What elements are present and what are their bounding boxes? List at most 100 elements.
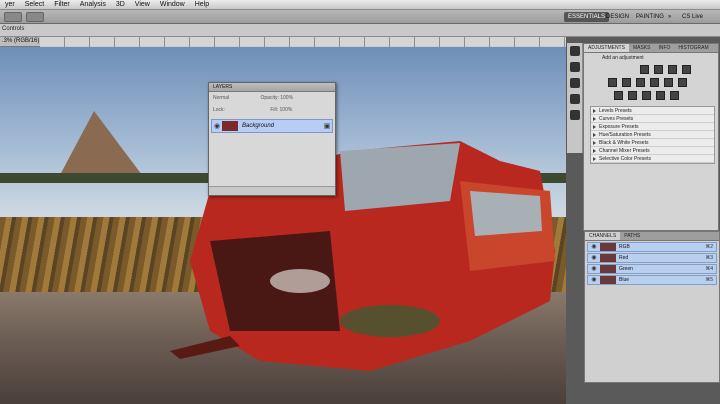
fill-field[interactable]: 100%	[280, 107, 293, 113]
layer-row-background[interactable]: ◉ Background ▣	[211, 119, 333, 133]
tab-info[interactable]: INFO	[654, 44, 674, 52]
channel-name: RGB	[619, 244, 630, 250]
navigator-icon[interactable]	[569, 78, 580, 88]
channels-tabs: CHANNELS PATHS	[585, 232, 719, 241]
eye-icon[interactable]: ◉	[590, 254, 598, 262]
rock-mountain	[60, 111, 142, 175]
preset-selective-color[interactable]: Selective Color Presets	[591, 155, 714, 163]
launch-bridge-button[interactable]	[4, 12, 22, 22]
menu-bar: yer Select Filter Analysis 3D View Windo…	[0, 0, 720, 10]
actions-icon[interactable]	[569, 62, 580, 72]
preset-channel-mixer[interactable]: Channel Mixer Presets	[591, 147, 714, 155]
preset-hue-saturation[interactable]: Hue/Saturation Presets	[591, 131, 714, 139]
tab-masks[interactable]: MASKS	[629, 44, 655, 52]
channel-row-red[interactable]: ◉ Red ⌘3	[587, 253, 717, 263]
channels-panel[interactable]: CHANNELS PATHS ◉ RGB ⌘2 ◉ Red ⌘3 ◉ Green…	[584, 231, 720, 383]
channel-shortcut: ⌘2	[705, 244, 713, 250]
threshold-icon[interactable]	[642, 91, 651, 100]
workspace-design[interactable]: DESIGN	[602, 12, 633, 22]
invert-icon[interactable]	[614, 91, 623, 100]
channel-name: Red	[619, 255, 629, 261]
options-text: Controls	[2, 26, 25, 32]
menu-window[interactable]: Window	[155, 0, 190, 10]
character-icon[interactable]	[569, 94, 580, 104]
lock-icon: ▣	[323, 123, 331, 130]
history-icon[interactable]	[569, 46, 580, 56]
tab-histogram[interactable]: HISTOGRAM	[674, 44, 712, 52]
channel-shortcut: ⌘5	[705, 277, 713, 283]
eye-icon[interactable]: ◉	[212, 122, 222, 130]
curves-icon[interactable]	[668, 65, 677, 74]
preset-black-white[interactable]: Black & White Presets	[591, 139, 714, 147]
adjustments-tabs: ADJUSTMENTS MASKS INFO HISTOGRAM	[584, 44, 718, 53]
channel-thumbnail	[600, 243, 616, 251]
adjustments-title: Add an adjustment	[602, 55, 644, 61]
vibrance-icon[interactable]	[608, 78, 617, 87]
channel-row-rgb[interactable]: ◉ RGB ⌘2	[587, 242, 717, 252]
adjustment-icons-row-2	[584, 74, 718, 87]
workspace-more[interactable]: »	[664, 12, 675, 22]
color-balance-icon[interactable]	[636, 78, 645, 87]
adjustment-icons-row-1	[584, 61, 718, 74]
gradient-map-icon[interactable]	[656, 91, 665, 100]
tab-channels[interactable]: CHANNELS	[585, 232, 621, 240]
layers-footer-toolbar	[209, 186, 335, 195]
layers-panel[interactable]: LAYERS Normal Opacity: 100% Lock: Fill: …	[208, 82, 336, 196]
preset-exposure[interactable]: Exposure Presets	[591, 123, 714, 131]
opacity-label: Opacity:	[260, 95, 279, 101]
workspace-painting[interactable]: PAINTING	[632, 12, 668, 22]
channel-name: Blue	[619, 277, 630, 283]
layers-options: Normal Opacity: 100%	[209, 92, 335, 104]
exposure-icon[interactable]	[682, 65, 691, 74]
channel-thumbnail	[600, 276, 616, 284]
menu-help[interactable]: Help	[190, 0, 214, 10]
channel-thumbnail	[600, 254, 616, 262]
fill-label: Fill:	[270, 107, 279, 113]
layers-panel-title[interactable]: LAYERS	[209, 83, 335, 92]
menu-analysis[interactable]: Analysis	[75, 0, 111, 10]
menu-layer[interactable]: yer	[0, 0, 20, 10]
adjustment-presets-list: Levels Presets Curves Presets Exposure P…	[590, 106, 715, 164]
selective-color-icon[interactable]	[670, 91, 679, 100]
channel-row-green[interactable]: ◉ Green ⌘4	[587, 264, 717, 274]
eye-icon[interactable]: ◉	[590, 265, 598, 273]
cs-live-button[interactable]: CS Live	[682, 12, 703, 22]
menu-3d[interactable]: 3D	[111, 0, 130, 10]
application-bar: ESSENTIALS DESIGN PAINTING » CS Live	[0, 10, 720, 24]
panel-icons-strip	[567, 43, 583, 153]
layer-name: Background	[242, 123, 275, 129]
preset-levels[interactable]: Levels Presets	[591, 107, 714, 115]
arrange-documents-button[interactable]	[26, 12, 44, 22]
layers-lock-row: Lock: Fill: 100%	[209, 104, 335, 116]
menu-filter[interactable]: Filter	[49, 0, 75, 10]
eye-icon[interactable]: ◉	[590, 276, 598, 284]
adjustment-icons-row-3	[584, 87, 718, 100]
photo-filter-icon[interactable]	[664, 78, 673, 87]
layer-thumbnail	[222, 121, 238, 131]
channel-row-blue[interactable]: ◉ Blue ⌘5	[587, 275, 717, 285]
paragraph-icon[interactable]	[569, 110, 580, 120]
opacity-field[interactable]: 100%	[280, 95, 293, 101]
tab-paths[interactable]: PATHS	[620, 232, 644, 240]
adjustments-panel[interactable]: ADJUSTMENTS MASKS INFO HISTOGRAM Add an …	[583, 43, 719, 231]
horizontal-ruler	[40, 37, 566, 47]
channel-shortcut: ⌘3	[705, 255, 713, 261]
channel-name: Green	[619, 266, 633, 272]
hue-saturation-icon[interactable]	[622, 78, 631, 87]
preset-curves[interactable]: Curves Presets	[591, 115, 714, 123]
channel-shortcut: ⌘4	[705, 266, 713, 272]
menu-view[interactable]: View	[130, 0, 155, 10]
channel-thumbnail	[600, 265, 616, 273]
blend-mode-select[interactable]: Normal	[213, 95, 229, 101]
lock-label: Lock:	[213, 107, 225, 113]
options-bar: Controls	[0, 24, 720, 37]
posterize-icon[interactable]	[628, 91, 637, 100]
levels-icon[interactable]	[654, 65, 663, 74]
channel-mixer-icon[interactable]	[678, 78, 687, 87]
document-tab-label: .3% (RGB/16)	[2, 38, 40, 44]
eye-icon[interactable]: ◉	[590, 243, 598, 251]
black-white-icon[interactable]	[650, 78, 659, 87]
menu-select[interactable]: Select	[20, 0, 49, 10]
tab-adjustments[interactable]: ADJUSTMENTS	[584, 44, 629, 52]
brightness-icon[interactable]	[640, 65, 649, 74]
